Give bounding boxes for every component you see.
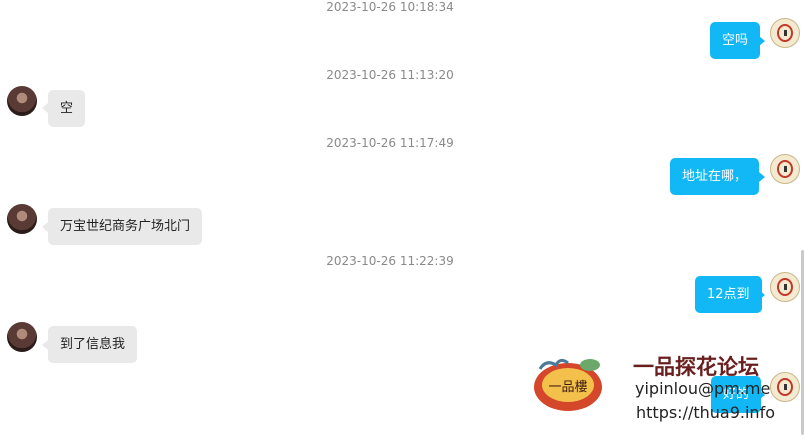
message-timestamp: 2023-10-26 10:18:34 (326, 0, 454, 14)
my-avatar[interactable] (770, 154, 800, 184)
message-timestamp: 2023-10-26 11:22:39 (326, 254, 454, 268)
message-timestamp: 2023-10-26 11:17:49 (326, 136, 454, 150)
incoming-bubble[interactable]: 万宝世纪商务广场北门 (48, 208, 203, 245)
message-timestamp: 2023-10-26 11:13:20 (326, 68, 454, 82)
contact-avatar[interactable] (7, 86, 37, 116)
incoming-bubble[interactable]: 到了信息我 (48, 326, 138, 363)
contact-avatar[interactable] (7, 204, 37, 234)
logo-text: 一品樓 (548, 380, 587, 395)
my-avatar[interactable] (770, 18, 800, 48)
outgoing-bubble[interactable]: 12点到 (695, 276, 762, 313)
incoming-bubble[interactable]: 空 (48, 90, 86, 127)
bubble-tail (759, 290, 765, 300)
forum-logo: 一品樓 (534, 358, 602, 411)
my-avatar[interactable] (770, 272, 800, 302)
bubble-tail (759, 172, 765, 182)
my-avatar[interactable] (770, 372, 800, 402)
outgoing-bubble[interactable]: 地址在哪， (670, 158, 760, 195)
watermark-email: yipinlou@pm.me (635, 379, 771, 398)
contact-avatar[interactable] (7, 322, 37, 352)
outgoing-bubble[interactable]: 空吗 (710, 22, 761, 59)
watermark-title: 一品探花论坛 (633, 355, 759, 379)
watermark-url: https://thua9.info (636, 403, 775, 422)
bubble-tail (759, 36, 765, 46)
